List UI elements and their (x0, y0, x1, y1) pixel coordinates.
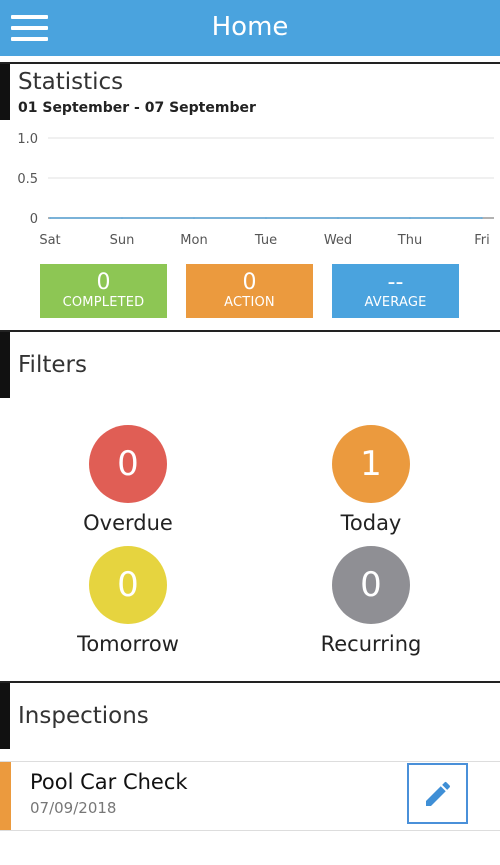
chart-data-point (193, 217, 195, 219)
chart-x-tick-label: Fri (474, 233, 490, 248)
filter-recurring-count: 0 (332, 546, 410, 624)
chart-data-point (265, 217, 267, 219)
chart-y-tick-label: 1.0 (17, 132, 38, 147)
chart-x-tick-label: Tue (254, 233, 277, 248)
chart-data-point (337, 217, 339, 219)
stat-average-label: AVERAGE (364, 295, 427, 310)
stat-completed-value: 0 (96, 270, 111, 295)
filter-overdue-count: 0 (89, 425, 167, 503)
inspection-name: Pool Car Check (30, 770, 188, 794)
section-divider (0, 62, 500, 64)
edit-pencil-icon (426, 781, 451, 806)
chart-data-point (49, 217, 51, 219)
chart-x-tick-label: Mon (180, 233, 207, 248)
filter-recurring-label: Recurring (320, 632, 422, 656)
stat-action-value: 0 (242, 270, 257, 295)
filter-today[interactable]: 1 Today (291, 425, 451, 535)
filter-today-count: 1 (332, 425, 410, 503)
inspection-date: 07/09/2018 (30, 799, 117, 817)
section-marker (0, 683, 10, 749)
filter-recurring[interactable]: 0 Recurring (291, 546, 451, 656)
filter-tomorrow-count: 0 (89, 546, 167, 624)
stat-box-average[interactable]: -- AVERAGE (332, 264, 459, 318)
filter-tomorrow[interactable]: 0 Tomorrow (48, 546, 208, 656)
stat-box-action[interactable]: 0 ACTION (186, 264, 313, 318)
inspection-status-accent (0, 762, 11, 830)
chart-x-tick-label: Wed (324, 233, 352, 248)
page-title: Home (211, 12, 289, 42)
chart-y-tick-label: 0.5 (17, 172, 38, 187)
filter-today-label: Today (340, 511, 402, 535)
section-marker (0, 332, 10, 398)
filters-title: Filters (18, 352, 87, 378)
stat-average-value: -- (387, 270, 404, 295)
chart-x-tick-label: Sun (110, 233, 135, 248)
filter-overdue-label: Overdue (83, 511, 173, 535)
chart-data-point (481, 217, 483, 219)
stat-action-label: ACTION (224, 295, 275, 310)
statistics-date-range: 01 September - 07 September (18, 100, 256, 116)
section-divider (0, 681, 500, 683)
section-marker (0, 64, 10, 120)
chart-data-point (409, 217, 411, 219)
edit-inspection-button[interactable] (407, 763, 468, 824)
filter-tomorrow-label: Tomorrow (77, 632, 179, 656)
chart-x-tick-label: Sat (39, 233, 60, 248)
stat-completed-label: COMPLETED (62, 295, 145, 310)
chart-data-point (121, 217, 123, 219)
inspection-item[interactable]: Pool Car Check 07/09/2018 (0, 761, 500, 831)
inspections-title: Inspections (18, 703, 149, 729)
section-divider (0, 330, 500, 332)
statistics-chart: 1.0 0.5 0Sat Sun Mon Tue Wed Thu Fri (17, 132, 494, 248)
chart-x-tick-label: Thu (397, 233, 422, 248)
top-app-bar: Home (0, 0, 500, 56)
stat-box-completed[interactable]: 0 COMPLETED (40, 264, 167, 318)
statistics-title: Statistics (18, 69, 124, 95)
chart-y-tick-label: 0 (30, 212, 38, 227)
filter-overdue[interactable]: 0 Overdue (48, 425, 208, 535)
